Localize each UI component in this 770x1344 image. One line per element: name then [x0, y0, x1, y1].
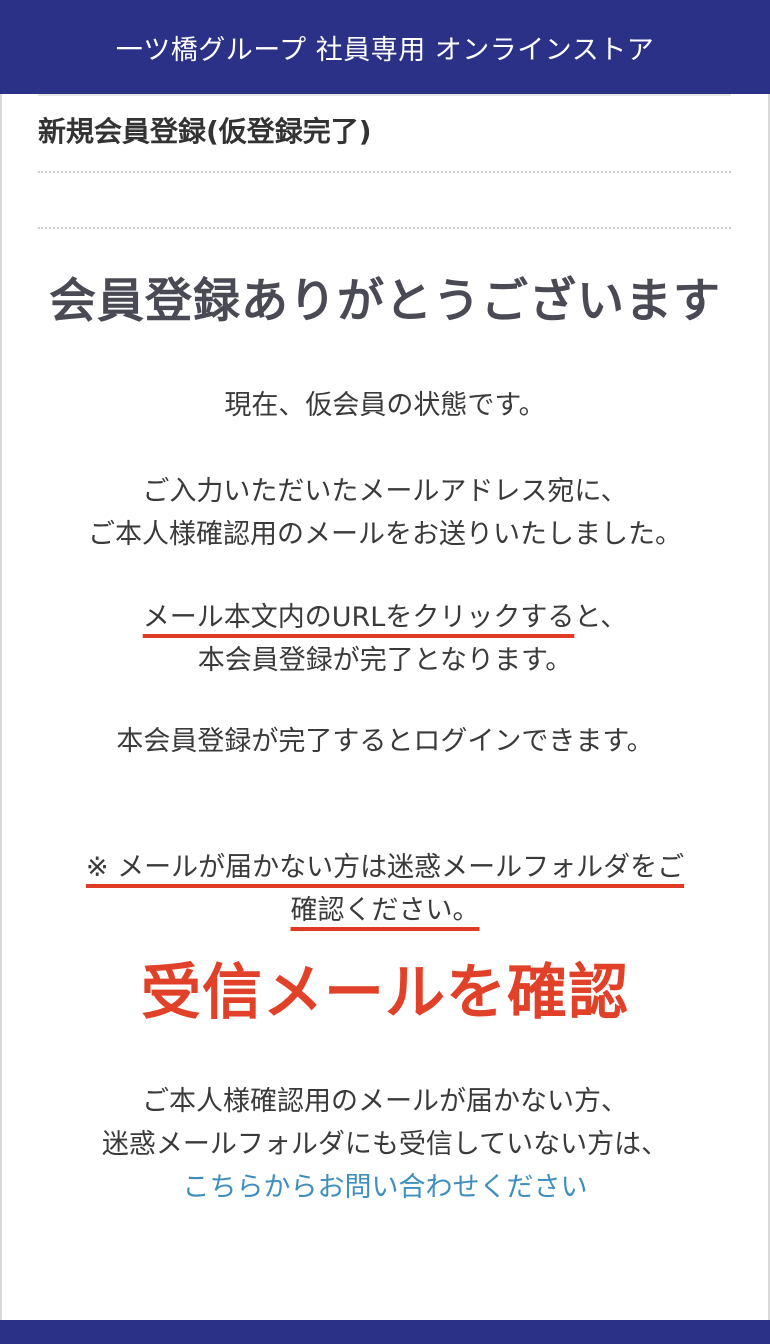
- header-divider: [38, 94, 731, 96]
- contact-line-1: ご本人様確認用のメールが届かない方、: [142, 1086, 628, 1117]
- contact-line-2: 迷惑メールフォルダにも受信していない方は、: [101, 1129, 669, 1160]
- url-instruction-highlight: メール本文内のURLをクリックする: [142, 602, 575, 633]
- page-title: 新規会員登録(仮登録完了): [38, 115, 372, 148]
- mail-sent-line-2: ご本人様確認用のメールをお送りいたしました。: [88, 519, 682, 550]
- url-instruction: メール本文内のURLをクリックすると、 本会員登録が完了となります。: [0, 596, 770, 682]
- spam-warning-line-1: ※ メールが届かない方は迷惑メールフォルダをご: [0, 846, 770, 889]
- spam-warning-line-2: 確認ください。: [0, 889, 770, 932]
- spam-warning: ※ メールが届かない方は迷惑メールフォルダをご 確認ください。: [0, 846, 770, 932]
- login-note-text: 本会員登録が完了するとログインできます。: [116, 726, 654, 757]
- login-note: 本会員登録が完了するとログインできます。: [0, 720, 770, 763]
- contact-message: ご本人様確認用のメールが届かない方、 迷惑メールフォルダにも受信していない方は、…: [0, 1080, 770, 1209]
- store-title: 一ツ橋グループ 社員専用 オンラインストア: [115, 34, 655, 66]
- contact-line-3: こちらからお問い合わせください: [0, 1166, 770, 1209]
- thanks-heading: 会員登録ありがとうございます: [49, 274, 721, 329]
- status-text: 現在、仮会員の状態です。: [224, 390, 546, 421]
- check-inbox-callout: 受信メールを確認: [141, 958, 629, 1028]
- footer-bar: [0, 1320, 770, 1344]
- contact-link[interactable]: こちらからお問い合わせください: [183, 1172, 588, 1203]
- url-instruction-line-2: 本会員登録が完了となります。: [197, 645, 573, 676]
- mail-sent-message: ご入力いただいたメールアドレス宛に、 ご本人様確認用のメールをお送りいたしました…: [0, 470, 770, 556]
- title-divider-bottom: [38, 227, 731, 229]
- spam-warning-text-2: 確認ください。: [290, 895, 480, 926]
- url-instruction-line-1: メール本文内のURLをクリックすると、: [0, 596, 770, 639]
- url-instruction-rest: と、: [574, 602, 628, 633]
- app-header: 一ツ橋グループ 社員専用 オンラインストア: [0, 0, 770, 94]
- spam-warning-text-1: ※ メールが届かない方は迷惑メールフォルダをご: [85, 852, 685, 883]
- status-message: 現在、仮会員の状態です。: [0, 384, 770, 427]
- title-divider-top: [38, 171, 731, 173]
- mail-sent-line-1: ご入力いただいたメールアドレス宛に、: [142, 476, 628, 507]
